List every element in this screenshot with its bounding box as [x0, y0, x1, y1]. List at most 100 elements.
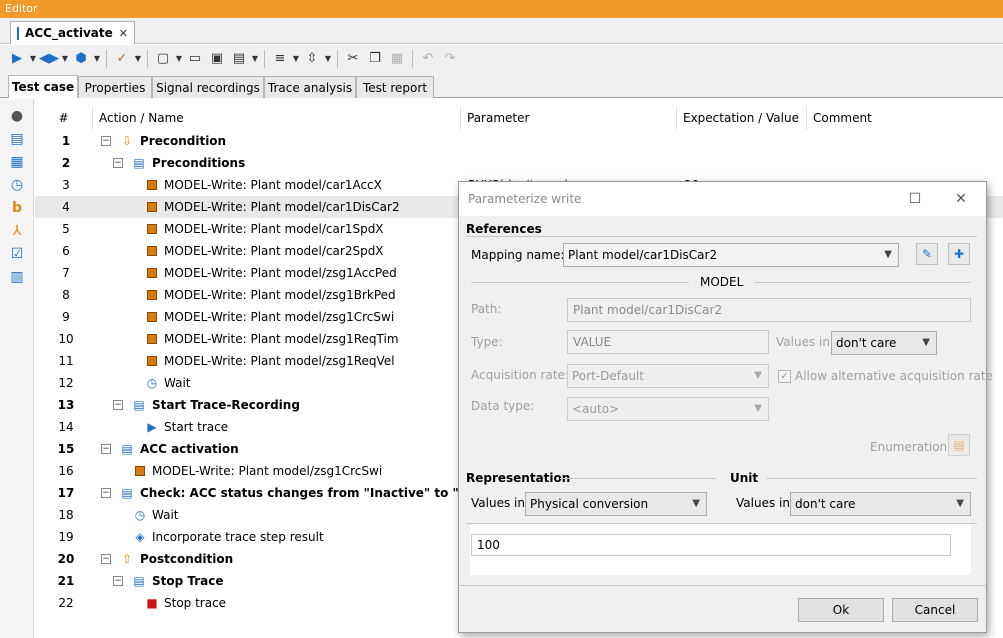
save-icon[interactable]: ▣ — [206, 48, 228, 70]
table-row[interactable]: 1 − ⇩ Precondition — [35, 130, 1003, 152]
step-icon[interactable]: ◀▶ — [38, 48, 60, 70]
list-icon[interactable]: ▤ — [0, 127, 34, 150]
col-action[interactable]: Action / Name — [93, 106, 461, 130]
chevron-down-icon: ▼ — [754, 403, 762, 414]
table-row[interactable]: 2 − ▤ Preconditions — [35, 152, 1003, 174]
close-icon[interactable]: ✕ — [119, 27, 128, 40]
debug-icon[interactable]: ⬢ — [70, 48, 92, 70]
collapse-toggle[interactable]: − — [101, 488, 111, 498]
col-expectation[interactable]: Expectation / Value — [677, 106, 807, 130]
tab-test-case[interactable]: Test case — [8, 75, 78, 98]
save-as-icon[interactable]: ▤ — [228, 48, 250, 70]
run-icon[interactable]: ▶ — [6, 48, 28, 70]
fork-icon[interactable]: ⅄ — [0, 219, 34, 242]
align-icon[interactable]: ≡ — [269, 48, 291, 70]
collapse-toggle[interactable]: − — [113, 400, 123, 410]
new-file-icon[interactable]: ▢ — [152, 48, 174, 70]
rep-values-in-label: Values in: — [471, 496, 530, 510]
chevron-down-icon: ▼ — [754, 370, 762, 381]
allow-alt-checkbox[interactable]: ✓ — [778, 370, 791, 383]
model-write-icon — [145, 178, 159, 192]
collapse-toggle[interactable]: − — [101, 554, 111, 564]
model-write-icon — [145, 332, 159, 346]
representation-select[interactable]: Physical conversion ▼ — [525, 492, 707, 516]
copy-icon[interactable]: ❐ — [364, 48, 386, 70]
row-number: 10 — [58, 332, 74, 346]
acquisition-rate-label: Acquisition rate: — [471, 368, 569, 382]
comment-icon[interactable]: ▥ — [0, 265, 34, 288]
path-field: Plant model/car1DisCar2 — [567, 298, 971, 322]
collapse-toggle[interactable]: − — [101, 444, 111, 454]
trace-stop-icon: ■ — [146, 596, 158, 610]
chevron-down-icon[interactable]: ▼ — [291, 48, 301, 70]
values-in-select[interactable]: don't care ▼ — [831, 331, 937, 355]
undo-icon[interactable]: ↶ — [417, 48, 439, 70]
stopwatch-icon: ◷ — [146, 376, 158, 390]
unit-select[interactable]: don't care ▼ — [790, 492, 971, 516]
chevron-down-icon[interactable]: ▼ — [174, 48, 184, 70]
col-parameter[interactable]: Parameter — [461, 106, 677, 130]
col-comment[interactable]: Comment — [807, 106, 1003, 130]
stopwatch-icon: ◷ — [134, 508, 146, 522]
tab-properties[interactable]: Properties — [78, 76, 152, 98]
row-name: MODEL-Write: Plant model/zsg1CrcSwi — [152, 464, 383, 478]
tab-test-report[interactable]: Test report — [356, 76, 434, 98]
divider — [466, 523, 977, 524]
enumeration-icon[interactable]: ▤ — [948, 434, 970, 456]
subtab-bar: Test case Properties Signal recordings T… — [0, 72, 1003, 98]
row-name: MODEL-Write: Plant model/car1AccX — [164, 178, 382, 192]
cancel-button[interactable]: Cancel — [892, 598, 978, 622]
mapping-name-select[interactable]: Plant model/car1DisCar2 ▼ — [563, 243, 899, 267]
row-name: Stop Trace — [152, 574, 224, 588]
branch-icon[interactable]: b — [0, 196, 34, 219]
check-list-icon[interactable]: ☑ — [0, 242, 34, 265]
cut-icon[interactable]: ✂ — [342, 48, 364, 70]
collapse-toggle[interactable]: − — [113, 158, 123, 168]
distribute-icon[interactable]: ⇳ — [301, 48, 323, 70]
col-num[interactable]: # — [35, 106, 93, 130]
close-icon[interactable]: ✕ — [950, 188, 972, 210]
block-icon: ▤ — [133, 574, 145, 588]
row-name: ACC activation — [140, 442, 239, 456]
tab-signal-recordings[interactable]: Signal recordings — [152, 76, 264, 98]
row-number: 14 — [58, 420, 74, 434]
type-label: Type: — [471, 335, 503, 349]
collapse-toggle[interactable]: − — [113, 576, 123, 586]
row-number: 8 — [62, 288, 70, 302]
chevron-down-icon: ▼ — [884, 249, 892, 260]
tab-trace-analysis[interactable]: Trace analysis — [264, 76, 356, 98]
divider — [755, 282, 971, 283]
collapse-toggle[interactable]: − — [101, 136, 111, 146]
stopwatch-icon[interactable]: ◷ — [0, 173, 34, 196]
unit-value: don't care — [795, 497, 856, 511]
calculator-icon[interactable]: ▦ — [0, 150, 34, 173]
chevron-down-icon[interactable]: ▼ — [60, 48, 70, 70]
parameterize-write-dialog: Parameterize write ☐ ✕ References Mappin… — [458, 181, 993, 633]
toolbar: ▶ ▼ ◀▶ ▼ ⬢ ▼ ✓ ▼ ▢ ▼ ▭ ▣ ▤ ▼ ≡ ▼ ⇳ ▼ ✂ ❐ ▦ ↶ ↷ — [0, 45, 1003, 72]
chevron-down-icon: ▼ — [956, 498, 964, 509]
editor-tabstrip: ACC_activate ✕ — [0, 18, 1003, 44]
add-mapping-icon[interactable]: ✚ — [948, 243, 970, 265]
data-type-select[interactable]: <auto> ▼ — [567, 397, 769, 421]
maximize-icon[interactable]: ☐ — [904, 188, 926, 210]
edit-mapping-icon[interactable]: ✎ — [916, 243, 938, 265]
row-name: Wait — [152, 508, 179, 522]
row-name: Precondition — [140, 134, 227, 148]
open-folder-icon[interactable]: ▭ — [184, 48, 206, 70]
help-icon[interactable]: ● — [0, 104, 34, 127]
row-number: 1 — [61, 134, 71, 148]
check-icon[interactable]: ✓ — [111, 48, 133, 70]
redo-icon[interactable]: ↷ — [439, 48, 461, 70]
divider — [471, 282, 689, 283]
paste-icon[interactable]: ▦ — [386, 48, 408, 70]
row-name: MODEL-Write: Plant model/car1SpdX — [164, 222, 384, 236]
value-input[interactable]: 100 — [471, 534, 951, 556]
acquisition-rate-select[interactable]: Port-Default ▼ — [567, 364, 769, 388]
chevron-down-icon[interactable]: ▼ — [92, 48, 102, 70]
chevron-down-icon[interactable]: ▼ — [28, 48, 38, 70]
ok-button[interactable]: Ok — [798, 598, 884, 622]
chevron-down-icon[interactable]: ▼ — [133, 48, 143, 70]
editor-tab[interactable]: ACC_activate ✕ — [10, 21, 135, 44]
chevron-down-icon[interactable]: ▼ — [323, 48, 333, 70]
chevron-down-icon[interactable]: ▼ — [250, 48, 260, 70]
